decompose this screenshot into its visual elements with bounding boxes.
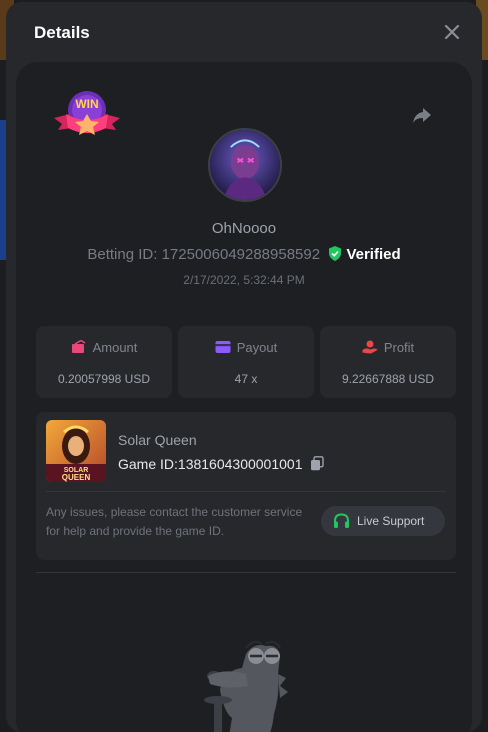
stat-profit: Profit 9.22667888 USD	[320, 326, 456, 398]
bet-stats: Amount 0.20057998 USD Payout 47 x Profit…	[36, 326, 456, 398]
game-id-row: Game ID:1381604300001001	[118, 456, 325, 472]
share-icon	[413, 108, 431, 123]
verified-label: Verified	[346, 246, 401, 263]
game-id-value: 1381604300001001	[177, 456, 303, 472]
details-modal: Details WIN OhNoooo Betting ID: 17250060…	[6, 2, 482, 732]
stat-amount: Amount 0.20057998 USD	[36, 326, 172, 398]
amount-icon	[71, 339, 85, 353]
bet-details-panel: WIN OhNoooo Betting ID: 1725006049288958…	[16, 62, 472, 732]
close-icon	[444, 24, 460, 40]
copy-icon[interactable]	[310, 456, 325, 471]
stat-payout: Payout 47 x	[178, 326, 314, 398]
game-card: SOLAR QUEEN Solar Queen Game ID:13816043…	[36, 412, 456, 560]
headset-icon	[334, 513, 349, 528]
amount-label: Amount	[92, 340, 138, 355]
modal-title: Details	[34, 23, 90, 42]
profit-label: Profit	[383, 340, 415, 355]
divider	[46, 491, 446, 492]
payout-label: Payout	[236, 340, 278, 355]
bet-timestamp: 2/17/2022, 5:32:44 PM	[183, 273, 305, 287]
modal-header: Details	[6, 2, 482, 60]
username: OhNoooo	[211, 220, 277, 237]
betting-id-value: 1725006049288958592	[161, 246, 321, 263]
payout-value: 47 x	[234, 372, 258, 386]
live-support-button[interactable]: Live Support	[321, 506, 445, 536]
share-button[interactable]	[411, 104, 433, 126]
profit-value: 9.22667888 USD	[341, 372, 435, 386]
profit-icon	[362, 340, 378, 354]
betting-id-row: Betting ID: 1725006049288958592 Verified	[16, 246, 472, 263]
avatar	[208, 128, 282, 202]
amount-value: 0.20057998 USD	[57, 372, 151, 386]
verified-shield-icon	[329, 246, 342, 261]
close-button[interactable]	[442, 22, 462, 42]
game-thumbnail[interactable]: SOLAR QUEEN	[46, 420, 106, 482]
win-badge-icon: WIN	[54, 91, 120, 135]
live-support-label: Live Support	[357, 514, 425, 528]
game-name: Solar Queen	[118, 432, 197, 448]
support-message: Any issues, please contact the customer …	[46, 505, 303, 538]
win-badge-text: WIN	[75, 97, 98, 111]
game-thumb-title-2: QUEEN	[62, 473, 91, 482]
payout-icon	[215, 341, 231, 353]
crocodile-mascot-icon	[204, 640, 288, 732]
betting-id-label: Betting ID:	[87, 246, 158, 263]
divider	[36, 572, 456, 573]
game-id-label: Game ID:	[118, 456, 178, 472]
